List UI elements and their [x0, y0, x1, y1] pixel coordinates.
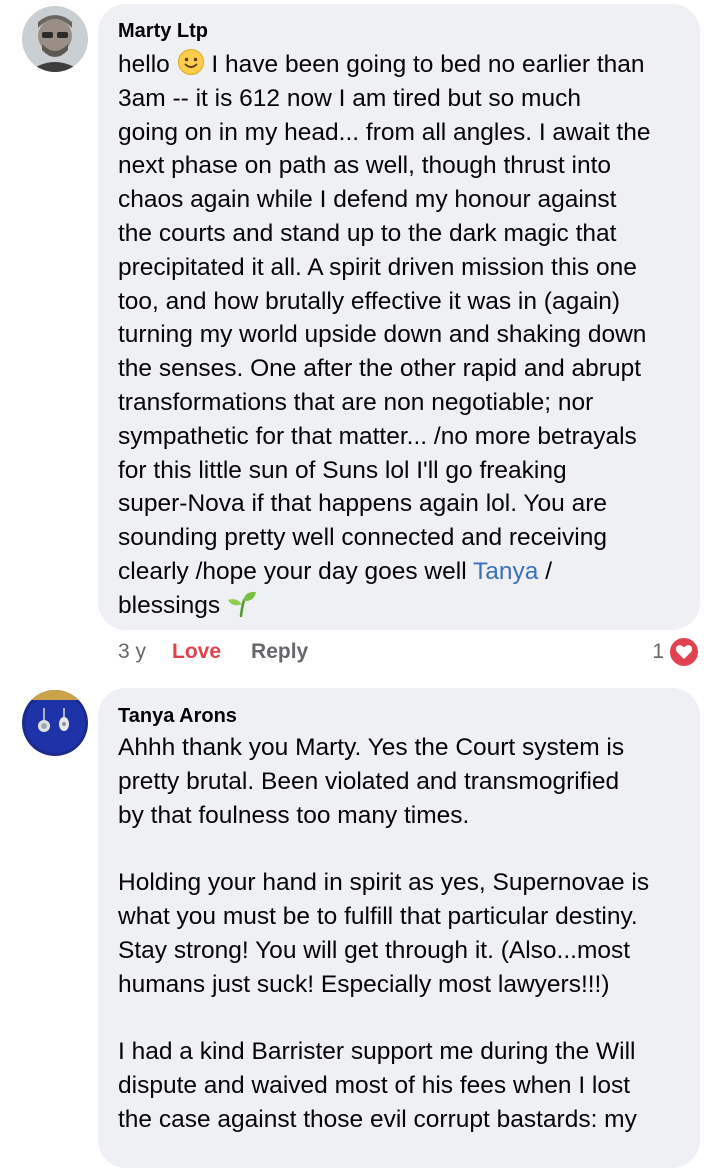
mention-link[interactable]: Tanya — [473, 558, 538, 585]
comment-line: transformations that are non negotiable;… — [118, 388, 594, 416]
comment-line: Holding your hand in spirit as yes, Supe… — [118, 869, 650, 897]
reply-button[interactable]: Reply — [251, 640, 308, 664]
comment-timestamp[interactable]: 3 y — [118, 640, 146, 664]
comment-line: by that foulness too many times. — [118, 801, 470, 829]
comment-line: pretty brutal. Been violated and transmo… — [118, 767, 620, 795]
comment-line: the case against those evil corrupt bast… — [118, 1105, 637, 1133]
reaction-count: 1 — [652, 640, 664, 663]
comment-line: sounding pretty well connected and recei… — [118, 524, 607, 552]
comment-line: blessings — [118, 589, 651, 623]
avatar-photo — [22, 6, 88, 72]
comment-bubble: Tanya Arons Ahhh thank you Marty. Yes th… — [98, 688, 700, 1168]
avatar-marty[interactable] — [22, 6, 88, 72]
avatar-photo — [22, 690, 88, 756]
comment-author[interactable]: Marty Ltp — [118, 20, 208, 43]
comment-text: Ahhh thank you Marty. Yes the Court syst… — [118, 731, 649, 1137]
comment-line: I had a kind Barrister support me during… — [118, 1038, 636, 1066]
smiling-face-emoji-icon — [177, 48, 205, 86]
comment-author[interactable]: Tanya Arons — [118, 705, 237, 728]
love-reaction-button[interactable]: Love — [172, 640, 221, 664]
comment-line-text: I have been going to bed no earlier than — [211, 51, 645, 78]
comment-line: sympathetic for that matter... /no more … — [118, 422, 637, 450]
comment-line: next phase on path as well, though thrus… — [118, 152, 612, 180]
comment-line: chaos again while I defend my honour aga… — [118, 186, 617, 214]
comment-line: the courts and stand up to the dark magi… — [118, 219, 617, 247]
comment-line: hello I have been going to bed no earlie… — [118, 48, 651, 82]
avatar-tanya[interactable] — [22, 690, 88, 756]
comment-line: humans just suck! Especially most lawyer… — [118, 970, 610, 998]
comment-line — [118, 1001, 649, 1035]
comment-line: super-Nova if that happens again lol. Yo… — [118, 490, 607, 518]
comment-actions: 3 y Love Reply — [118, 636, 308, 668]
comment-line-text: clearly /hope your day goes well — [118, 557, 467, 585]
seedling-emoji-icon — [227, 589, 257, 627]
comment-line-text: / — [538, 557, 553, 585]
comment-line — [118, 832, 649, 866]
comment-word: hello — [118, 51, 170, 78]
comment-line: clearly /hope your day goes well Tanya / — [118, 555, 651, 589]
comment-line-text: blessings — [118, 591, 221, 619]
comment-bubble: Marty Ltp hello I have been going to bed… — [98, 4, 700, 630]
comment-line: for this little sun of Suns lol I'll go … — [118, 456, 567, 484]
comment-line: the senses. One after the other rapid an… — [118, 355, 642, 383]
comment-line: Stay strong! You will get through it. (A… — [118, 936, 631, 964]
comment-text: hello I have been going to bed no earlie… — [118, 48, 651, 623]
comment-line: what you must be to fulfill that particu… — [118, 902, 638, 930]
comment-line: turning my world upside down and shaking… — [118, 321, 647, 349]
comment-line: 3am -- it is 612 now I am tired but so m… — [118, 84, 581, 112]
comment-line: too, and how brutally effective it was i… — [118, 287, 621, 315]
reaction-summary[interactable]: 1 — [652, 636, 700, 668]
comment-line: dispute and waived most of his fees when… — [118, 1071, 631, 1099]
comment-line: Ahhh thank you Marty. Yes the Court syst… — [118, 734, 625, 761]
heart-icon — [668, 636, 700, 668]
comment-line: going on in my head... from all angles. … — [118, 118, 651, 146]
comment-line: precipitated it all. A spirit driven mis… — [118, 253, 637, 281]
